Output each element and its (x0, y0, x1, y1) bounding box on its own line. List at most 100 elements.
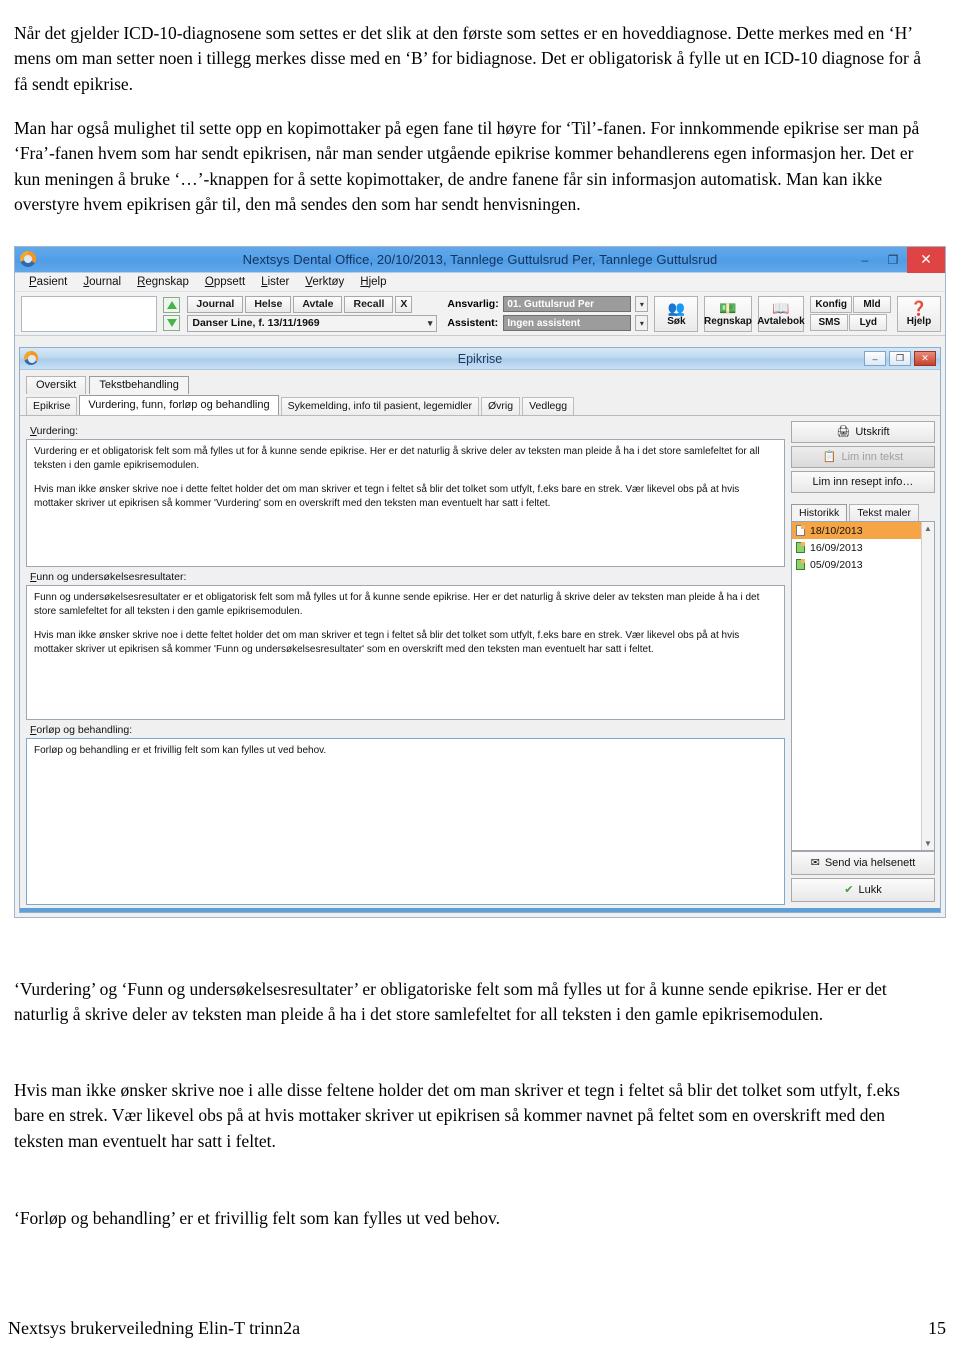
quick-button-recall[interactable]: Recall (344, 295, 394, 313)
toolbar-small-buttons: Konfig Mld SMS Lyd (810, 296, 891, 331)
quick-button-helse[interactable]: Helse (245, 295, 292, 313)
label-forlop: Forløp og behandling: (30, 723, 133, 736)
tab-historikk[interactable]: Historikk (791, 504, 848, 521)
scroll-down-icon[interactable]: ▼ (924, 837, 932, 850)
utskrift-button[interactable]: 🖨 Utskrift (791, 421, 935, 443)
label-vurdering: Vurdering: (30, 425, 79, 437)
list-item[interactable]: 18/10/2013 (792, 522, 934, 539)
toolbar-label-regnskap: Regnskap (704, 315, 752, 327)
lim-inn-tekst-button[interactable]: 📋 Lim inn tekst (791, 446, 935, 468)
responsible-block: Ansvarlig: 01. Guttulsrud Per ▾ Assisten… (447, 296, 649, 331)
quick-button-journal[interactable]: Journal (187, 295, 244, 313)
money-icon: 💵 (719, 299, 737, 316)
ansvarlig-chevron-down-icon[interactable]: ▾ (635, 296, 649, 312)
menu-item-pasient[interactable]: Pasient (21, 273, 75, 291)
history-date: 16/09/2013 (810, 541, 863, 554)
epikrise-window: Epikrise – ❐ ✕ Oversikt Tekstbehandling … (19, 347, 941, 913)
question-help-icon: ❓ (910, 299, 928, 316)
spinner-down-icon[interactable] (163, 314, 181, 331)
subtab-epikrise[interactable]: Epikrise (26, 397, 78, 415)
subtab-ovrig[interactable]: Øvrig (481, 397, 521, 415)
send-via-helsenett-label: Send via helsenett (824, 857, 916, 869)
field-forlop[interactable]: Forløp og behandling er et frivillig fel… (26, 737, 785, 905)
toolbar-button-regnskap[interactable]: 💵 Regnskap (704, 295, 752, 332)
list-item[interactable]: 16/09/2013 (792, 539, 934, 556)
quick-button-x[interactable]: X (395, 295, 413, 313)
tab-tekst-maler[interactable]: Tekst maler (849, 504, 919, 521)
document-icon (796, 525, 805, 536)
toolbar-button-konfig[interactable]: Konfig (810, 296, 852, 313)
spinner-up-icon[interactable] (163, 296, 181, 313)
subtab-vedlegg[interactable]: Vedlegg (522, 397, 575, 415)
label-vurdering-rest: urdering: (36, 425, 79, 437)
field-vurdering[interactable]: Vurdering er et obligatorisk felt som må… (26, 439, 785, 568)
menu-item-verktoy[interactable]: Verktøy (297, 273, 352, 291)
page-footer: Nextsys brukerveiledning Elin-T trinn2a … (0, 1318, 960, 1339)
send-via-helsenett-button[interactable]: ✉ Send via helsenett (791, 851, 935, 875)
history-date: 18/10/2013 (810, 524, 863, 537)
assistent-value[interactable]: Ingen assistent (503, 315, 632, 331)
quick-button-avtale[interactable]: Avtale (293, 295, 343, 313)
menu-item-regnskap[interactable]: Regnskap (129, 273, 197, 291)
minimize-button[interactable]: – (851, 248, 879, 272)
menu-item-lister[interactable]: Lister (253, 273, 297, 291)
tab-oversikt[interactable]: Oversikt (26, 376, 87, 394)
epikrise-bottom-buttons: ✉ Send via helsenett ✔ Lukk (791, 851, 935, 905)
lim-inn-tekst-label: Lim inn tekst (841, 451, 904, 463)
scroll-up-icon[interactable]: ▲ (924, 522, 932, 535)
subtab-sykemelding[interactable]: Sykemelding, info til pasient, legemidle… (280, 397, 480, 415)
toolbar-button-sok[interactable]: 👥 Søk (654, 295, 699, 332)
label-funn-rest: unn og undersøkelsesresultater: (36, 571, 187, 584)
doc-paragraph-3: ‘Vurdering’ og ‘Funn og undersøkelsesres… (14, 978, 887, 1025)
toolbar-small-row-1: Konfig Mld (810, 296, 891, 313)
list-item[interactable]: 05/09/2013 (792, 556, 934, 573)
menu-label-oppsett: ppsett (213, 276, 246, 288)
main-menubar: Pasient Journal Regnskap Oppsett Lister … (15, 273, 945, 292)
epikrise-top-tabs: Oversikt Tekstbehandling (20, 370, 940, 394)
epikrise-body: Vurdering: Vurdering er et obligatorisk … (20, 416, 940, 910)
utskrift-label: Utskrift (855, 426, 890, 438)
toolbar-button-lyd[interactable]: Lyd (849, 314, 888, 331)
patient-quick-buttons: Journal Helse Avtale Recall X (187, 295, 437, 313)
epikrise-titlebar: Epikrise – ❐ ✕ (20, 348, 940, 370)
app-logo-icon (20, 250, 38, 269)
main-window-titlebar: Nextsys Dental Office, 20/10/2013, Tannl… (15, 247, 945, 273)
assistent-chevron-down-icon[interactable]: ▾ (635, 315, 649, 331)
book-icon: 📖 (772, 299, 790, 316)
toolbar-button-sms[interactable]: SMS (810, 314, 849, 331)
close-button[interactable]: ✕ (907, 247, 945, 273)
history-scrollbar[interactable]: ▲ ▼ (921, 522, 934, 850)
document-green-icon (796, 559, 805, 570)
label-forlop-rest: orløp og behandling: (36, 723, 133, 736)
toolbar-button-avtalebok[interactable]: 📖 Avtalebok (757, 295, 805, 332)
field-funn[interactable]: Funn og undersøkelsesresultater er et ob… (26, 585, 785, 720)
menu-item-hjelp[interactable]: Hjelp (352, 273, 394, 291)
field-forlop-para-1: Forløp og behandling er et frivillig fel… (34, 744, 327, 756)
toolbar-button-hjelp[interactable]: ❓ Hjelp (896, 295, 941, 332)
ansvarlig-value[interactable]: 01. Guttulsrud Per (503, 296, 632, 312)
label-funn: Funn og undersøkelsesresultater: (30, 571, 187, 584)
application-screenshot: Nextsys Dental Office, 20/10/2013, Tannl… (14, 246, 946, 918)
ansvarlig-row: Ansvarlig: 01. Guttulsrud Per ▾ (447, 296, 649, 312)
toolbar-button-mld[interactable]: Mld (852, 296, 891, 313)
tab-tekstbehandling[interactable]: Tekstbehandling (89, 376, 189, 394)
envelope-send-icon: ✉ (810, 856, 820, 869)
patient-select[interactable]: Danser Line, f. 13/11/1969 ▾ (187, 314, 438, 332)
history-list[interactable]: 18/10/2013 16/09/2013 05/09/2013 ▲ ▼ (791, 521, 935, 851)
menu-item-journal[interactable]: Journal (75, 273, 129, 291)
maximize-button[interactable]: ❐ (879, 248, 907, 272)
subtab-vurdering-funn-forlop[interactable]: Vurdering, funn, forløp og behandling (79, 395, 279, 415)
lukk-button[interactable]: ✔ Lukk (791, 878, 935, 902)
field-funn-para-1: Funn og undersøkelsesresultater er et ob… (34, 592, 760, 617)
field-vurdering-para-1: Vurdering er et obligatorisk felt som må… (34, 446, 760, 471)
patient-spinner (163, 296, 181, 331)
epikrise-statusbar (20, 908, 940, 912)
printer-icon: 🖨 (836, 425, 851, 438)
patient-name-input[interactable] (21, 295, 158, 332)
menu-item-oppsett[interactable]: Oppsett (197, 273, 253, 291)
chevron-down-icon: ▾ (427, 317, 433, 328)
doc-paragraph-5: ‘Forløp og behandling’ er et frivillig f… (14, 1207, 501, 1228)
patient-select-value: Danser Line, f. 13/11/1969 (192, 317, 320, 329)
ansvarlig-label: Ansvarlig: (447, 298, 499, 310)
lim-inn-resept-info-button[interactable]: Lim inn resept info… (791, 471, 935, 493)
